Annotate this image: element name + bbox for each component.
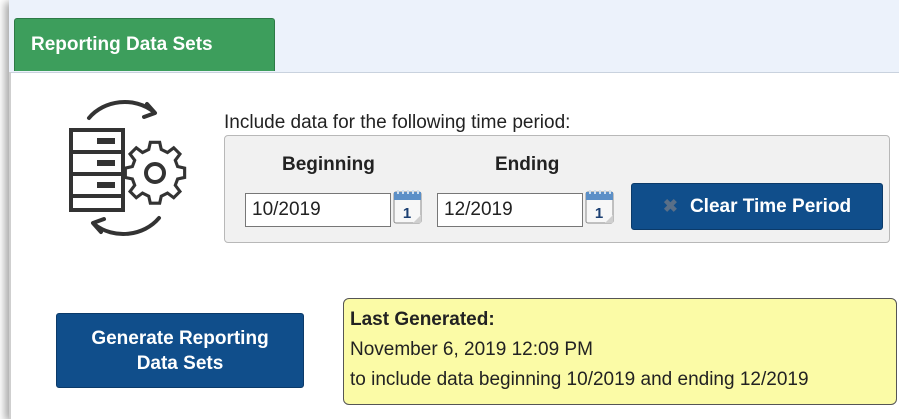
generate-button-label: Generate Reporting Data Sets <box>91 327 269 374</box>
reporting-panel: Reporting Data Sets Include data for the… <box>9 0 899 419</box>
panel-border <box>9 72 11 419</box>
calendar-icon[interactable]: 1 <box>393 189 423 225</box>
ending-date-field[interactable] <box>437 193 583 227</box>
last-generated-timestamp: November 6, 2019 12:09 PM <box>350 339 593 360</box>
database-sync-icon <box>59 90 199 250</box>
last-generated-note: to include data beginning 10/2019 and en… <box>350 369 809 390</box>
clear-time-period-button[interactable]: ✖ Clear Time Period <box>631 183 883 230</box>
svg-text:1: 1 <box>403 205 411 222</box>
beginning-label: Beginning <box>282 154 375 175</box>
beginning-date-field[interactable] <box>245 193 391 227</box>
clear-time-period-label: Clear Time Period <box>689 195 852 217</box>
time-period-prompt: Include data for the following time peri… <box>224 112 571 133</box>
last-generated-notice: Last Generated: November 6, 2019 12:09 P… <box>343 298 897 405</box>
tab-bar: Reporting Data Sets <box>9 0 899 73</box>
close-icon: ✖ <box>662 196 678 216</box>
generate-reporting-data-sets-button[interactable]: Generate Reporting Data Sets <box>56 313 304 388</box>
ending-label: Ending <box>495 154 560 175</box>
tab-label: Reporting Data Sets <box>31 34 213 55</box>
calendar-icon[interactable]: 1 <box>585 189 615 225</box>
last-generated-title: Last Generated: <box>350 309 495 330</box>
tab-reporting-data-sets[interactable]: Reporting Data Sets <box>14 18 275 71</box>
time-period-box: Beginning Ending 1 1 ✖ Clear T <box>224 135 890 243</box>
svg-text:1: 1 <box>595 205 603 222</box>
